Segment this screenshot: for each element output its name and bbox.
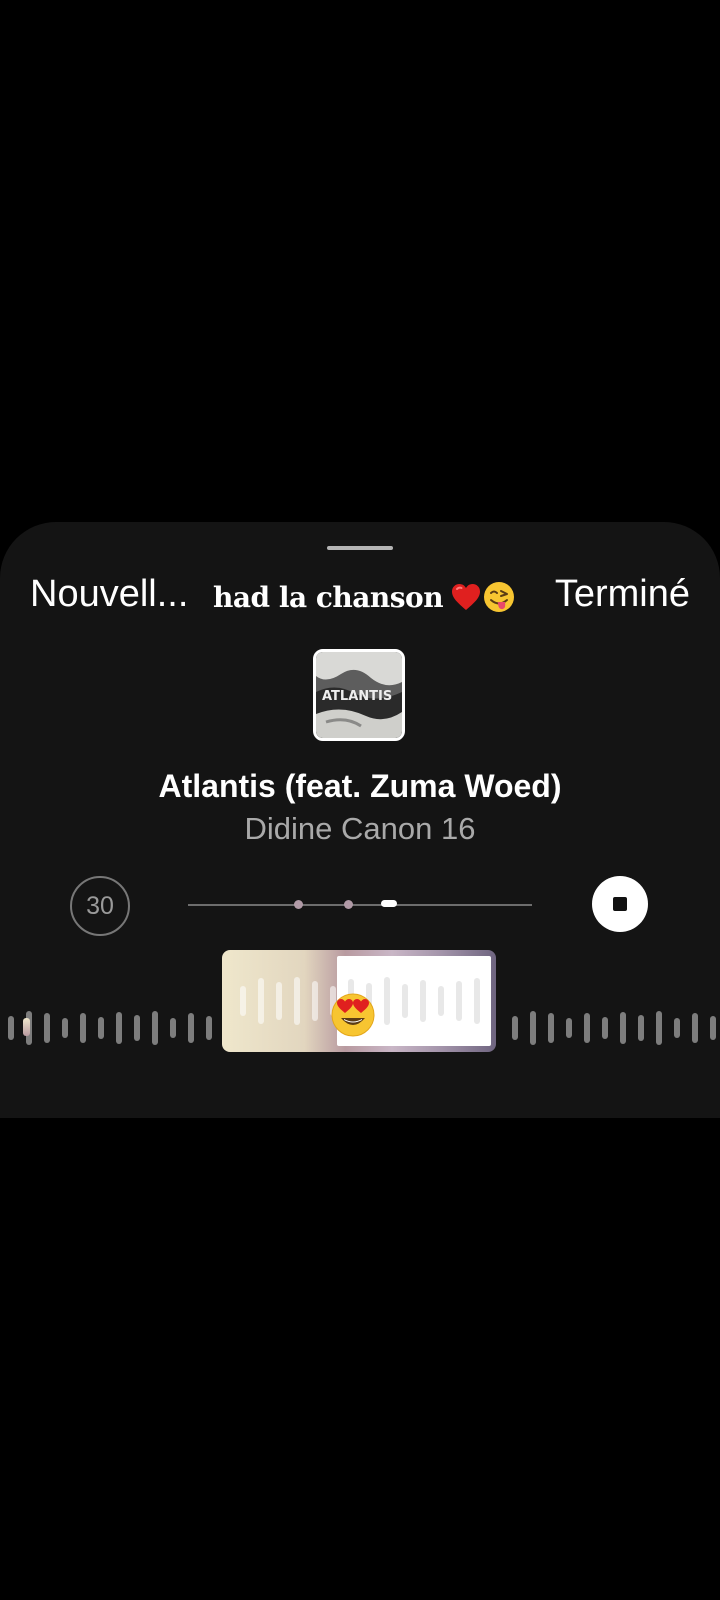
- waveform-bar: [674, 1018, 680, 1038]
- waveform-bar: [656, 1011, 662, 1045]
- album-art-text: ATLANTIS: [322, 689, 392, 704]
- winking-face-tongue-icon: [484, 582, 515, 612]
- waveform-bar: [44, 1013, 50, 1043]
- waveform-bar: [206, 1016, 212, 1040]
- timeline-track: [188, 904, 532, 906]
- waveform-bar: [276, 982, 282, 1020]
- stop-button[interactable]: [592, 876, 648, 932]
- waveform-bar: [548, 1013, 554, 1043]
- playhead-indicator: [23, 1018, 30, 1036]
- sheet-header: Nouvell... had la chanson Terminé: [0, 566, 720, 622]
- waveform-bar: [692, 1013, 698, 1043]
- smiling-face-heart-eyes-icon[interactable]: [330, 992, 376, 1038]
- waveform-bar: [170, 1018, 176, 1038]
- new-button[interactable]: Nouvell...: [30, 566, 188, 622]
- waveform-bar: [152, 1011, 158, 1045]
- waveform-bar: [602, 1017, 608, 1039]
- heart-icon: [452, 584, 481, 610]
- waveform-bar: [530, 1011, 536, 1045]
- waveform-bar: [638, 1015, 644, 1041]
- waveform-bar: [240, 986, 246, 1016]
- waveform-bar: [402, 984, 408, 1018]
- waveform-bar: [258, 978, 264, 1024]
- clip-timeline[interactable]: [188, 900, 532, 909]
- waveform-bar: [710, 1016, 716, 1040]
- timeline-handle[interactable]: [381, 900, 397, 907]
- waveform-bar: [438, 986, 444, 1016]
- waveform-bar: [62, 1018, 68, 1038]
- waveform-bar: [456, 981, 462, 1021]
- song-title: Atlantis (feat. Zuma Woed): [158, 768, 562, 804]
- caption[interactable]: had la chanson: [213, 572, 515, 622]
- duration-button[interactable]: 30: [70, 876, 130, 936]
- timeline-marker: [294, 900, 303, 909]
- stop-icon: [613, 897, 627, 911]
- waveform-bar: [620, 1012, 626, 1044]
- waveform-bar: [312, 981, 318, 1021]
- waveform-bar: [98, 1017, 104, 1039]
- waveform-bar: [116, 1012, 122, 1044]
- screen: Nouvell... had la chanson Terminé ATLANT…: [0, 0, 720, 1600]
- done-button[interactable]: Terminé: [555, 566, 690, 622]
- waveform-bar: [384, 977, 390, 1025]
- waveform-bar: [420, 980, 426, 1022]
- waveform-bar: [584, 1013, 590, 1043]
- waveform-bar: [294, 977, 300, 1025]
- caption-text: had la chanson: [213, 580, 444, 614]
- waveform-bar: [474, 978, 480, 1024]
- waveform-bar: [188, 1013, 194, 1043]
- artist-name: Didine Canon 16: [244, 811, 476, 846]
- waveform-bar: [134, 1015, 140, 1041]
- music-sheet: Nouvell... had la chanson Terminé ATLANT…: [0, 522, 720, 1118]
- waveform-bar: [566, 1018, 572, 1038]
- timeline-marker: [344, 900, 353, 909]
- waveform-bar: [512, 1016, 518, 1040]
- sheet-grabber[interactable]: [327, 546, 393, 550]
- album-art-image: ATLANTIS: [316, 652, 402, 738]
- album-art: ATLANTIS: [313, 649, 405, 741]
- waveform-bar: [8, 1016, 14, 1040]
- waveform-bar: [80, 1013, 86, 1043]
